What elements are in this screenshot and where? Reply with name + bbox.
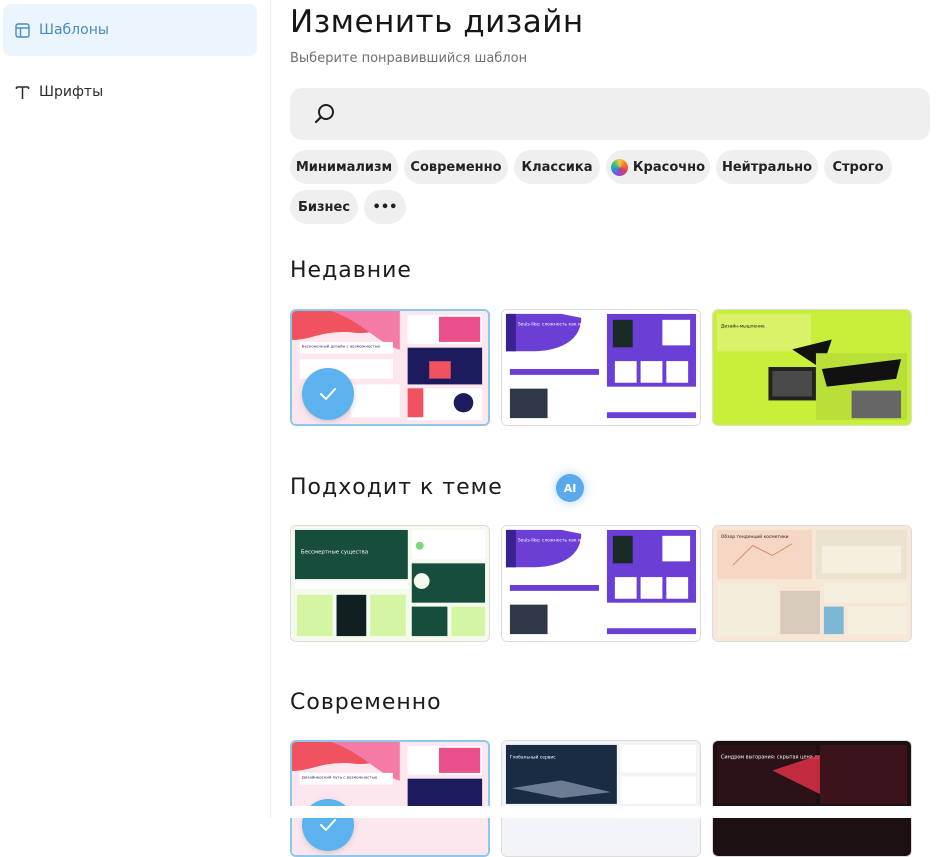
selected-check-icon: [302, 368, 354, 420]
template-preview: Бессмертные существа: [291, 526, 489, 641]
template-preview-text: Дизайн-мышление: [721, 323, 765, 330]
template-preview-text: Бессмертные существа: [301, 550, 368, 556]
template-preview-text: Обзор тенденций косметики: [721, 533, 789, 540]
search-input[interactable]: [348, 93, 930, 135]
template-preview-text: Дизайнерский путь с возможностью: [302, 775, 378, 780]
chip-modern[interactable]: Современно: [404, 150, 508, 184]
template-preview-text: Бесконечный дизайн с возможностью: [302, 344, 381, 349]
template-card[interactable]: Бессмертные существа: [290, 525, 490, 642]
more-dots-icon: •••: [372, 199, 398, 215]
sidebar-item-label: Шрифты: [39, 84, 104, 100]
chip-strict[interactable]: Строго: [824, 150, 892, 184]
sidebar-item-fonts[interactable]: Шрифты: [3, 66, 257, 118]
page-subtitle: Выберите понравившийся шаблон: [290, 51, 528, 66]
template-preview: Глобальный сервис: [502, 741, 700, 856]
chip-neutral[interactable]: Нейтрально: [716, 150, 818, 184]
template-card[interactable]: Глобальный сервис: [501, 740, 701, 857]
more-chips-button[interactable]: •••: [364, 190, 406, 224]
template-preview: Синдром выгорания: скрытая цена для люде…: [713, 741, 911, 856]
section-title-matching-theme: Подходит к теме: [290, 475, 503, 500]
chip-classic[interactable]: Классика: [514, 150, 600, 184]
chip-minimalism[interactable]: Минимализм: [290, 150, 398, 184]
template-card[interactable]: Обзор тенденций косметики: [712, 525, 912, 642]
page-title: Изменить дизайн: [290, 4, 584, 40]
template-card[interactable]: Дизайн-мышление: [712, 309, 912, 426]
template-card[interactable]: Дизайнерский путь с возможностью: [290, 740, 490, 857]
template-preview-text: Глобальный сервис: [510, 754, 556, 761]
sidebar-item-templates[interactable]: Шаблоны: [3, 4, 257, 56]
template-card[interactable]: Синдром выгорания: скрытая цена для люде…: [712, 740, 912, 857]
text-type-icon: [14, 84, 30, 100]
template-card[interactable]: Souls-like: сложность как искусство: [501, 309, 701, 426]
chip-colorful[interactable]: Красочно: [606, 150, 710, 184]
template-preview: Souls-like: сложность как искусство: [502, 310, 700, 425]
template-preview-text: Souls-like: сложность как искусство: [518, 538, 602, 544]
template-preview: Обзор тенденций косметики: [713, 526, 911, 641]
color-ball-icon: [610, 158, 628, 176]
chip-business[interactable]: Бизнес: [290, 190, 358, 224]
section-title-modern: Современно: [290, 690, 442, 715]
ai-badge: AI: [556, 474, 584, 502]
search-bar[interactable]: [290, 88, 930, 140]
template-card[interactable]: Souls-like: сложность как искусство: [501, 525, 701, 642]
template-preview: Дизайн-мышление: [713, 310, 911, 425]
search-icon: [312, 101, 338, 127]
layout-icon: [14, 22, 30, 38]
template-preview: Souls-like: сложность как искусство: [502, 526, 700, 641]
section-title-recent: Недавние: [290, 258, 412, 283]
bottom-edge: [271, 806, 938, 818]
template-card[interactable]: Бесконечный дизайн с возможностью: [290, 309, 490, 426]
sidebar: Шаблоны Шрифты: [0, 0, 271, 818]
sidebar-item-label: Шаблоны: [39, 22, 109, 38]
main-panel: Изменить дизайн Выберите понравившийся ш…: [290, 0, 930, 857]
template-preview-text: Souls-like: сложность как искусство: [518, 322, 602, 328]
